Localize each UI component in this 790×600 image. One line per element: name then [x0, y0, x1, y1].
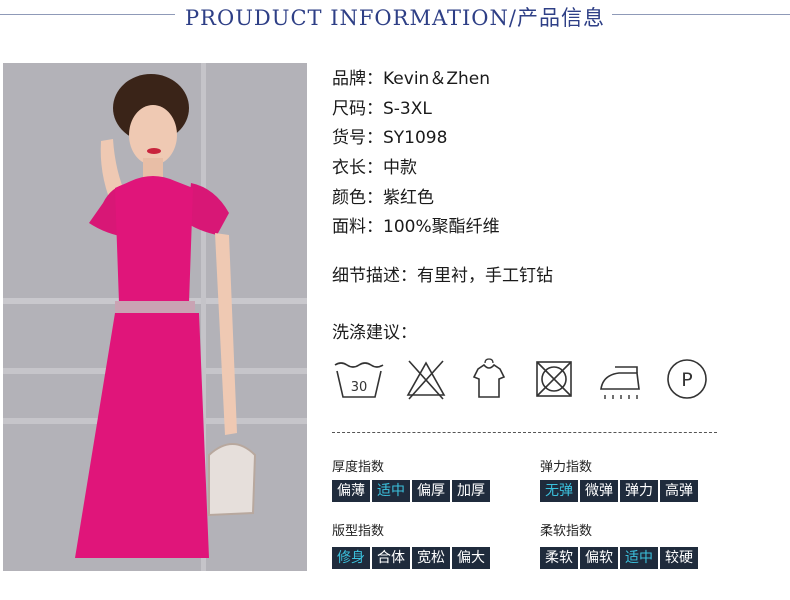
header-rule-right — [612, 14, 790, 15]
spec-color: 颜色：紫红色 — [332, 188, 434, 208]
elasticity-index: 无弹 微弹 弹力 高弹 — [540, 480, 700, 502]
no-bleach-icon — [406, 360, 446, 400]
spec-length: 衣长：中款 — [332, 158, 417, 178]
thickness-option: 偏薄 — [332, 480, 370, 502]
thickness-index-title: 厚度指数 — [332, 460, 385, 475]
softness-option: 柔软 — [540, 547, 578, 569]
elasticity-index-title: 弹力指数 — [540, 460, 593, 475]
fit-option: 合体 — [372, 547, 410, 569]
thickness-option: 适中 — [372, 480, 410, 502]
care-icons: 30 P — [333, 357, 713, 407]
fit-option: 宽松 — [412, 547, 450, 569]
softness-option: 适中 — [620, 547, 658, 569]
softness-index-title: 柔软指数 — [540, 524, 593, 539]
spec-item-number: 货号：SY1098 — [332, 128, 448, 148]
section-divider — [332, 432, 717, 433]
softness-index: 柔软 偏软 适中 较硬 — [540, 547, 700, 569]
fit-index: 修身 合体 宽松 偏大 — [332, 547, 492, 569]
page-title: PROUDUCT INFORMATION/产品信息 — [185, 6, 605, 30]
dry-clean-p-icon: P — [667, 359, 707, 399]
spec-fabric: 面料：100%聚酯纤维 — [332, 217, 500, 237]
thickness-option: 偏厚 — [412, 480, 450, 502]
softness-option: 偏软 — [580, 547, 618, 569]
detail-description: 细节描述：有里衬，手工钉钻 — [332, 266, 553, 286]
softness-option: 较硬 — [660, 547, 698, 569]
iron-icon — [600, 366, 640, 399]
thickness-option: 加厚 — [452, 480, 490, 502]
elasticity-option: 微弹 — [580, 480, 618, 502]
spec-size: 尺码：S-3XL — [332, 99, 432, 119]
thickness-index: 偏薄 适中 偏厚 加厚 — [332, 480, 492, 502]
fit-index-title: 版型指数 — [332, 524, 385, 539]
elasticity-option: 弹力 — [620, 480, 658, 502]
product-photo — [3, 63, 307, 571]
fit-option: 修身 — [332, 547, 370, 569]
hang-dry-icon — [472, 358, 506, 398]
wash-title: 洗涤建议： — [332, 323, 417, 343]
dry-clean-letter: P — [681, 369, 692, 391]
elasticity-option: 无弹 — [540, 480, 578, 502]
model-illustration — [3, 63, 307, 571]
no-tumble-dry-icon — [536, 361, 572, 397]
elasticity-option: 高弹 — [660, 480, 698, 502]
wash-30-icon: 30 — [334, 362, 384, 398]
fit-option: 偏大 — [452, 547, 490, 569]
wash-temp-label: 30 — [351, 380, 368, 395]
spec-brand: 品牌：Kevin＆Zhen — [332, 69, 490, 89]
